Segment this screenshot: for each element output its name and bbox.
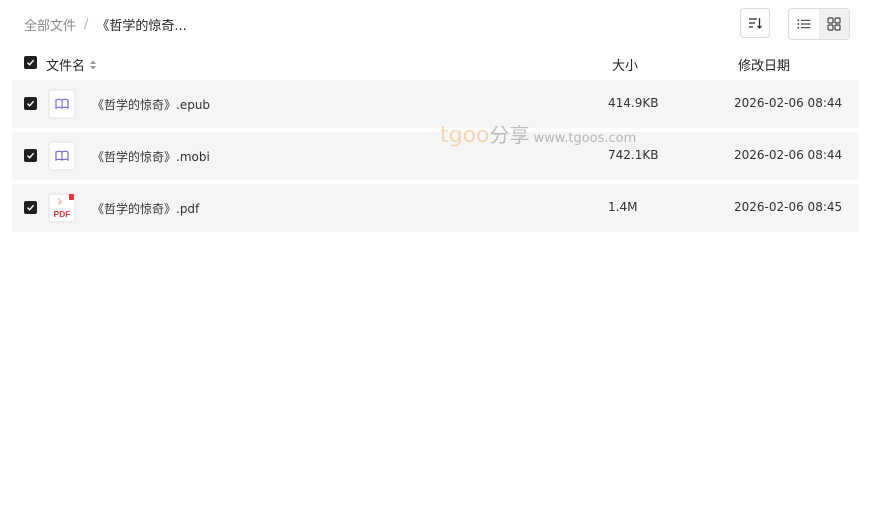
breadcrumb: 全部文件 / 《哲学的惊奇... (24, 14, 187, 34)
select-all-checkbox[interactable] (24, 56, 37, 69)
table-header: 文件名 大小 修改日期 (12, 52, 859, 76)
grid-view-button[interactable] (819, 9, 849, 39)
check-icon (27, 204, 35, 211)
row-checkbox[interactable] (24, 201, 37, 214)
pdf-icon: PDF (48, 193, 76, 223)
column-name-label: 文件名 (46, 59, 86, 74)
grid-view-icon (827, 17, 841, 31)
view-toggle (788, 8, 850, 40)
table-row[interactable]: 《哲学的惊奇》.epub 414.9KB 2026-02-06 08:44 (12, 80, 859, 128)
breadcrumb-current: 《哲学的惊奇... (96, 18, 187, 34)
sort-icon (749, 18, 762, 29)
column-size-header[interactable]: 大小 (612, 55, 638, 74)
file-size: 414.9KB (608, 96, 659, 110)
column-name-header[interactable]: 文件名 (46, 55, 97, 74)
sort-arrows-icon (90, 60, 97, 69)
column-date-header[interactable]: 修改日期 (738, 55, 790, 74)
file-size: 742.1KB (608, 148, 659, 162)
list-view-button[interactable] (789, 9, 819, 39)
sort-button[interactable] (740, 8, 770, 38)
ebook-icon (48, 141, 76, 171)
file-date: 2026-02-06 08:45 (734, 200, 843, 214)
file-name[interactable]: 《哲学的惊奇》.pdf (92, 200, 199, 217)
check-icon (27, 59, 35, 66)
ebook-icon (48, 89, 76, 119)
file-size: 1.4M (608, 200, 638, 214)
breadcrumb-separator: / (84, 16, 89, 32)
row-checkbox[interactable] (24, 97, 37, 110)
file-date: 2026-02-06 08:44 (734, 96, 843, 110)
file-date: 2026-02-06 08:44 (734, 148, 843, 162)
list-view-icon (797, 19, 811, 29)
file-name[interactable]: 《哲学的惊奇》.mobi (92, 148, 210, 165)
row-checkbox[interactable] (24, 149, 37, 162)
file-browser-page: 全部文件 / 《哲学的惊奇... 文件名 大小 修改日期 《哲学的惊奇》.epu… (0, 0, 874, 514)
check-icon (27, 152, 35, 159)
check-icon (27, 100, 35, 107)
table-row[interactable]: 《哲学的惊奇》.mobi 742.1KB 2026-02-06 08:44 (12, 132, 859, 180)
file-name[interactable]: 《哲学的惊奇》.epub (92, 96, 210, 113)
breadcrumb-root[interactable]: 全部文件 (24, 15, 76, 34)
table-row[interactable]: PDF 《哲学的惊奇》.pdf 1.4M 2026-02-06 08:45 (12, 184, 859, 232)
pdf-label: PDF (54, 209, 71, 219)
